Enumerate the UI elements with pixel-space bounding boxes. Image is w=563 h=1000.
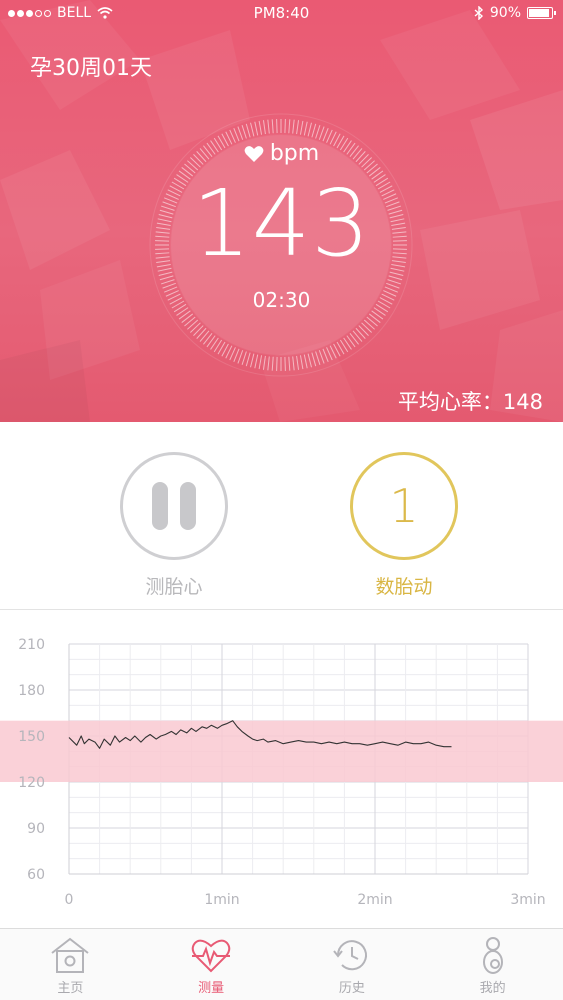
y-tick-label: 120	[18, 775, 45, 791]
home-icon	[51, 937, 89, 973]
tab-measure[interactable]: 测量	[141, 929, 282, 1000]
heartbeat-icon	[191, 939, 231, 973]
y-tick-label: 180	[18, 683, 45, 699]
heart-rate-chart-svg: 210 180 150 120 90 60 0 1min 2min 3min	[0, 637, 563, 908]
battery-percent: 90%	[489, 5, 521, 21]
tab-bar: 主页 测量 历史 我的	[0, 928, 563, 1000]
history-icon	[333, 940, 367, 971]
current-bpm: 143	[192, 170, 371, 277]
status-bar: BELL PM8:40 90%	[0, 0, 563, 28]
measurement-controls: 测胎心 1 数胎动	[0, 422, 563, 610]
kick-count-label: 数胎动	[375, 576, 433, 598]
app-screen: BELL PM8:40 90% 孕30周01天 bpm 143 02:30 平均…	[0, 0, 563, 1000]
kick-count-value[interactable]: 1	[350, 452, 458, 560]
x-tick-label: 3min	[510, 892, 545, 908]
heart-rate-chart: 210 180 150 120 90 60 0 1min 2min 3min	[0, 612, 563, 928]
y-tick-label: 60	[27, 867, 45, 883]
x-tick-label: 2min	[357, 892, 392, 908]
profile-icon	[482, 937, 503, 974]
x-tick-label: 1min	[204, 892, 239, 908]
fetal-heart-monitor-button[interactable]: 测胎心	[119, 452, 229, 599]
average-heart-rate: 平均心率：148	[397, 390, 543, 414]
tab-home[interactable]: 主页	[0, 929, 141, 1000]
y-tick-label: 90	[27, 821, 45, 837]
tab-history[interactable]: 历史	[282, 929, 423, 1000]
bpm-unit: bpm	[269, 141, 320, 166]
heart-icon	[244, 145, 264, 162]
kick-count-button[interactable]: 1 数胎动	[349, 452, 459, 599]
tab-profile-label: 我的	[479, 981, 506, 996]
x-tick-label: 0	[65, 892, 74, 908]
pregnancy-week: 孕30周01天	[30, 56, 152, 81]
bpm-unit-label: bpm	[0, 141, 563, 166]
tab-history-label: 历史	[338, 981, 365, 996]
tab-home-label: 主页	[57, 981, 84, 996]
pause-icon[interactable]	[120, 452, 228, 560]
tab-profile[interactable]: 我的	[422, 929, 563, 1000]
bluetooth-icon	[474, 6, 483, 20]
measurement-header: BELL PM8:40 90% 孕30周01天 bpm 143 02:30 平均…	[0, 0, 563, 422]
normal-range-band	[0, 720, 563, 782]
elapsed-timer: 02:30	[252, 288, 311, 312]
y-tick-label: 210	[18, 637, 45, 653]
battery-icon	[527, 7, 556, 19]
fetal-heart-label: 测胎心	[145, 576, 203, 598]
tab-measure-label: 测量	[198, 981, 225, 996]
y-tick-label: 150	[18, 729, 45, 745]
